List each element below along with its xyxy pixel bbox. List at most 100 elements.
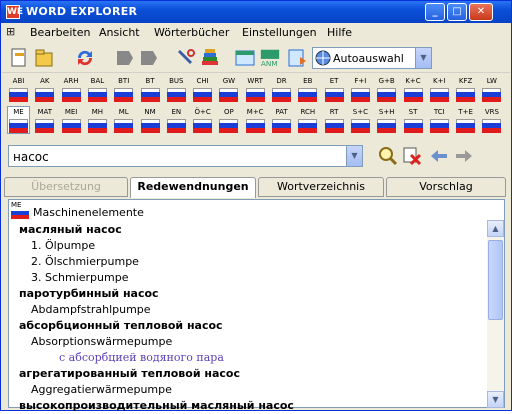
flag-ru-icon [9, 88, 28, 102]
dictionary-flag[interactable]: VRS [481, 107, 502, 133]
tab-vorschlag[interactable]: Vorschlag [386, 177, 506, 197]
dictionary-flag[interactable]: MAT [34, 107, 55, 133]
flag-ru-icon [350, 119, 370, 133]
title-bar[interactable]: WE WORD EXPLORER _ □ ✕ [1, 1, 511, 23]
menu-hilfe[interactable]: Hilfe [327, 26, 352, 39]
dictionary-flag[interactable]: ARH [61, 76, 82, 102]
dictionary-flag[interactable]: EN [166, 107, 187, 133]
flag-ru-icon [245, 88, 265, 102]
scroll-down-icon[interactable]: ▼ [487, 391, 504, 408]
chevron-down-icon[interactable]: ▼ [415, 48, 431, 68]
dictionary-flag[interactable]: NM [140, 107, 161, 133]
history-back-button[interactable] [429, 146, 449, 166]
close-button[interactable]: ✕ [469, 3, 493, 21]
search-input[interactable]: насос ▼ [8, 145, 363, 167]
dictionary-flag[interactable]: EB [297, 76, 318, 102]
card-button[interactable] [234, 47, 256, 69]
dictionary-flag[interactable]: OP [218, 107, 239, 133]
dictionary-flag[interactable]: T+E [455, 107, 476, 133]
phrase-translation[interactable]: Absorptionswärmepumpe [19, 334, 483, 350]
dictionary-flag[interactable]: BAL [87, 76, 108, 102]
dictionary-code: WRT [247, 77, 263, 85]
dictionary-code: BAL [90, 77, 105, 85]
books-button[interactable] [199, 47, 221, 69]
refresh-button[interactable] [74, 47, 96, 69]
flag-ru-icon [140, 119, 160, 133]
clear-search-button[interactable] [402, 146, 422, 166]
dictionary-flag[interactable]: F+I [350, 76, 371, 102]
search-input-value: насос [13, 150, 49, 164]
dictionary-flag[interactable]: ML [113, 107, 134, 133]
dictionary-select[interactable]: Autoauswahl ▼ [312, 47, 432, 69]
phrase-translation[interactable]: 3. Schmierpumpe [19, 270, 483, 286]
tab-redewendnungen[interactable]: Redewendnungen [130, 177, 256, 198]
phrase-translation[interactable]: 1. Ölpumpe [19, 238, 483, 254]
menu-woerterbuecher[interactable]: Wörterbücher [154, 26, 229, 39]
dictionary-flag[interactable]: BT [140, 76, 161, 102]
flag-ru-icon [245, 119, 265, 133]
dictionary-flag[interactable]: AK [34, 76, 55, 102]
dictionary-flag[interactable]: GW [218, 76, 239, 102]
dictionary-flag[interactable]: G+B [376, 76, 397, 102]
dictionary-flag[interactable]: KFZ [455, 76, 476, 102]
source-name: Maschinenelemente [33, 206, 144, 219]
scroll-thumb[interactable] [488, 240, 503, 320]
forward-nav-button[interactable] [138, 47, 160, 69]
phrase-note[interactable]: с абсорбцией водяного пара [19, 350, 483, 366]
translate-button[interactable] [286, 47, 308, 69]
dictionary-flag[interactable]: MH [87, 107, 108, 133]
dictionary-flag[interactable]: RT [324, 107, 345, 133]
search-button[interactable] [378, 146, 398, 166]
dictionary-flag[interactable]: TCI [429, 107, 450, 133]
dictionary-flag[interactable]: LW [481, 76, 502, 102]
tools-button[interactable] [175, 47, 197, 69]
phrase-headword[interactable]: высокопроизводительный масляный насос [19, 398, 483, 414]
tab-uebersetzung[interactable]: Übersetzung [4, 177, 128, 197]
new-button[interactable] [8, 47, 30, 69]
dictionary-code: T+E [458, 108, 473, 116]
dictionary-code: RT [329, 108, 339, 116]
back-nav-button[interactable] [114, 47, 136, 69]
dictionary-flag[interactable]: M+C [245, 107, 266, 133]
dictionary-flag[interactable]: BUS [166, 76, 187, 102]
phrase-headword[interactable]: абсорбционный тепловой насос [19, 318, 483, 334]
phrase-translation[interactable]: Aggregatierwärmepumpe [19, 382, 483, 398]
dictionary-flag[interactable]: ME [7, 106, 30, 134]
dictionary-flag[interactable]: WRT [245, 76, 266, 102]
phrase-headword[interactable]: паротурбинный насос [19, 286, 483, 302]
dictionary-flag[interactable]: ABI [8, 76, 29, 102]
chevron-down-icon[interactable]: ▼ [346, 146, 362, 166]
phrase-headword[interactable]: масляный насос [19, 222, 483, 238]
dictionary-flag[interactable]: BTI [113, 76, 134, 102]
pin-icon[interactable]: ⊞ [6, 26, 18, 38]
dictionary-flag[interactable]: RCH [297, 107, 318, 133]
vertical-scrollbar[interactable]: ▲ ▼ [487, 220, 504, 408]
dictionary-flag[interactable]: MEI [61, 107, 82, 133]
dictionary-flag[interactable]: ET [324, 76, 345, 102]
phrase-translation[interactable]: Abdampfstrahlpumpe [19, 302, 483, 318]
phrase-headword[interactable]: агрегатированный тепловой насос [19, 366, 483, 382]
dictionary-flag[interactable]: K+C [403, 76, 424, 102]
dictionary-flag[interactable]: Ö+C [192, 107, 213, 133]
maximize-button[interactable]: □ [447, 3, 467, 21]
tab-wortverzeichnis[interactable]: Wortverzeichnis [258, 177, 384, 197]
dictionary-flag[interactable]: CHI [192, 76, 213, 102]
arrow-left-icon [431, 150, 447, 162]
flag-ru-icon [35, 119, 55, 133]
anm-button[interactable]: ANM [259, 47, 283, 69]
dictionary-flag[interactable]: S+C [350, 107, 371, 133]
dictionary-flag[interactable]: K+I [429, 76, 450, 102]
flag-ru-icon [87, 88, 107, 102]
menu-bearbeiten[interactable]: Bearbeiten [30, 26, 90, 39]
menu-einstellungen[interactable]: Einstellungen [242, 26, 317, 39]
dictionary-flag[interactable]: DR [271, 76, 292, 102]
scroll-up-icon[interactable]: ▲ [487, 220, 504, 237]
dictionary-flag[interactable]: PAT [271, 107, 292, 133]
phrase-translation[interactable]: 2. Ölschmierpumpe [19, 254, 483, 270]
dictionary-flag[interactable]: S+H [376, 107, 397, 133]
open-button[interactable] [33, 47, 55, 69]
history-forward-button[interactable] [454, 146, 474, 166]
menu-ansicht[interactable]: Ansicht [99, 26, 140, 39]
dictionary-flag[interactable]: ST [403, 107, 424, 133]
minimize-button[interactable]: _ [425, 3, 445, 21]
